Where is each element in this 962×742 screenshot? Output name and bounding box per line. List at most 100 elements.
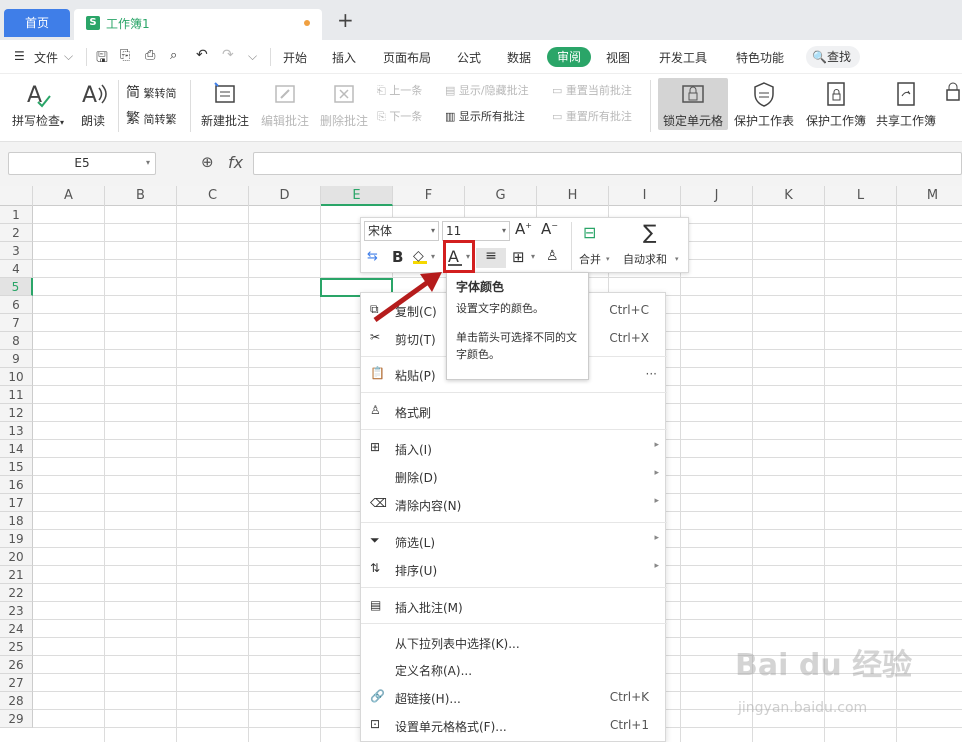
wrap-text-icon[interactable]: ⇆ — [367, 249, 378, 264]
row-header-6[interactable]: 6 — [0, 296, 33, 314]
column-header-a[interactable]: A — [33, 186, 105, 206]
merge-icon[interactable]: ⊟ — [583, 223, 596, 242]
read-aloud-button[interactable]: A 朗读 — [76, 80, 110, 129]
row-header-15[interactable]: 15 — [0, 458, 33, 476]
print-icon[interactable]: ⎙ — [145, 48, 155, 63]
menu-clear[interactable]: ⌫ 清除内容(N) ▸ — [361, 491, 667, 519]
edit-comment-button[interactable]: 编辑批注 — [257, 80, 313, 129]
chevron-down-icon[interactable]: ▾ — [431, 252, 435, 261]
border-icon[interactable]: ⊞ — [512, 248, 525, 266]
hamburger-icon[interactable]: ☰ — [14, 49, 25, 63]
show-all-comments-button[interactable]: ▥ 显示所有批注 — [445, 108, 525, 124]
autosum-button[interactable]: 自动求和 — [623, 251, 667, 267]
spell-check-button[interactable]: A 拼写检查▾ — [10, 80, 66, 129]
decrease-font-icon[interactable]: A− — [541, 220, 558, 238]
select-all-corner[interactable] — [0, 186, 33, 206]
menu-delete[interactable]: 删除(D) ▸ — [361, 463, 667, 491]
menu-start[interactable]: 开始 — [283, 49, 307, 66]
menu-data[interactable]: 数据 — [507, 49, 531, 66]
formula-input[interactable] — [253, 152, 962, 175]
menu-insert-comment[interactable]: ▤ 插入批注(M) — [361, 593, 667, 621]
menu-pick-from-list[interactable]: 从下拉列表中选择(K)... — [361, 629, 667, 657]
export-icon[interactable]: ⎘ — [120, 48, 130, 63]
redo-icon[interactable]: ↷ — [222, 47, 234, 63]
row-header-16[interactable]: 16 — [0, 476, 33, 494]
more-ribbon-icon[interactable] — [944, 80, 962, 112]
row-header-22[interactable]: 22 — [0, 584, 33, 602]
font-name-select[interactable]: 宋体 ▾ — [364, 221, 439, 241]
column-header-d[interactable]: D — [249, 186, 321, 206]
new-comment-button[interactable]: 新建批注 — [197, 80, 253, 129]
menu-features[interactable]: 特色功能 — [736, 49, 784, 66]
row-header-12[interactable]: 12 — [0, 404, 33, 422]
sum-icon[interactable]: ∑ — [643, 220, 656, 244]
column-header-k[interactable]: K — [753, 186, 825, 206]
increase-font-icon[interactable]: A+ — [515, 220, 532, 238]
new-tab-button[interactable]: + — [337, 8, 354, 32]
quick-access-more-icon[interactable]: ⌵ — [248, 49, 257, 64]
show-hide-comment-button[interactable]: ▤ 显示/隐藏批注 — [445, 82, 529, 98]
row-header-1[interactable]: 1 — [0, 206, 33, 224]
column-header-j[interactable]: J — [681, 186, 753, 206]
row-header-26[interactable]: 26 — [0, 656, 33, 674]
prev-comment-button[interactable]: ⎗ 上一条 — [377, 82, 422, 98]
zoom-icon[interactable]: ⊕ — [201, 153, 214, 171]
row-header-23[interactable]: 23 — [0, 602, 33, 620]
merge-button[interactable]: 合并 — [579, 251, 601, 267]
share-workbook-button[interactable]: 共享工作簿 — [873, 80, 939, 129]
row-header-29[interactable]: 29 — [0, 710, 33, 728]
menu-file[interactable]: 文件 — [34, 49, 58, 66]
search-button[interactable]: 🔍查找 — [806, 46, 860, 68]
column-header-b[interactable]: B — [105, 186, 177, 206]
menu-insert[interactable]: ⊞ 插入(I) ▸ — [361, 435, 667, 463]
column-header-m[interactable]: M — [897, 186, 962, 206]
menu-page-layout[interactable]: 页面布局 — [383, 49, 431, 66]
row-header-10[interactable]: 10 — [0, 368, 33, 386]
undo-icon[interactable]: ↶ — [196, 47, 208, 63]
align-icon[interactable]: ≡ — [476, 248, 506, 268]
row-header-28[interactable]: 28 — [0, 692, 33, 710]
delete-comment-button[interactable]: 删除批注 — [316, 80, 372, 129]
name-box-dropdown-icon[interactable]: ▾ — [146, 158, 150, 167]
column-header-l[interactable]: L — [825, 186, 897, 206]
column-header-h[interactable]: H — [537, 186, 609, 206]
simplified-to-traditional-button[interactable]: 繁 简转繁 — [126, 108, 177, 128]
protect-workbook-button[interactable]: 保护工作簿 — [803, 80, 869, 129]
traditional-to-simplified-button[interactable]: 简 繁转简 — [126, 82, 177, 102]
tab-document[interactable]: S 工作簿1 — [74, 9, 322, 40]
row-header-20[interactable]: 20 — [0, 548, 33, 566]
row-header-5[interactable]: 5 — [0, 278, 33, 296]
row-header-7[interactable]: 7 — [0, 314, 33, 332]
row-header-13[interactable]: 13 — [0, 422, 33, 440]
tab-home[interactable]: 首页 — [4, 9, 70, 37]
row-header-18[interactable]: 18 — [0, 512, 33, 530]
protect-sheet-button[interactable]: 保护工作表 — [731, 80, 797, 129]
menu-format-cells[interactable]: ⊡ 设置单元格格式(F)... Ctrl+1 — [361, 712, 667, 740]
next-comment-button[interactable]: ⎘ 下一条 — [377, 108, 422, 124]
font-size-select[interactable]: 11 ▾ — [442, 221, 510, 241]
menu-review[interactable]: 审阅 — [547, 47, 591, 67]
print-preview-icon[interactable]: ⌕ — [170, 48, 177, 63]
row-header-17[interactable]: 17 — [0, 494, 33, 512]
reset-all-comments-button[interactable]: ▭ 重置所有批注 — [552, 108, 632, 124]
row-header-21[interactable]: 21 — [0, 566, 33, 584]
reset-current-comment-button[interactable]: ▭ 重置当前批注 — [552, 82, 632, 98]
menu-define-name[interactable]: 定义名称(A)... — [361, 656, 667, 684]
insert-function-icon[interactable]: fx — [228, 153, 243, 172]
row-header-27[interactable]: 27 — [0, 674, 33, 692]
row-header-9[interactable]: 9 — [0, 350, 33, 368]
column-header-g[interactable]: G — [465, 186, 537, 206]
name-box[interactable]: E5 — [8, 152, 156, 175]
row-header-2[interactable]: 2 — [0, 224, 33, 242]
menu-format-painter[interactable]: ♙ 格式刷 — [361, 398, 667, 426]
row-header-19[interactable]: 19 — [0, 530, 33, 548]
menu-formula[interactable]: 公式 — [457, 49, 481, 66]
menu-view[interactable]: 视图 — [606, 49, 630, 66]
bold-button[interactable]: B — [392, 248, 403, 266]
row-header-14[interactable]: 14 — [0, 440, 33, 458]
menu-sort[interactable]: ⇅ 排序(U) ▸ — [361, 556, 667, 584]
menu-insert[interactable]: 插入 — [332, 49, 356, 66]
row-header-8[interactable]: 8 — [0, 332, 33, 350]
row-header-11[interactable]: 11 — [0, 386, 33, 404]
menu-developer[interactable]: 开发工具 — [659, 49, 707, 66]
